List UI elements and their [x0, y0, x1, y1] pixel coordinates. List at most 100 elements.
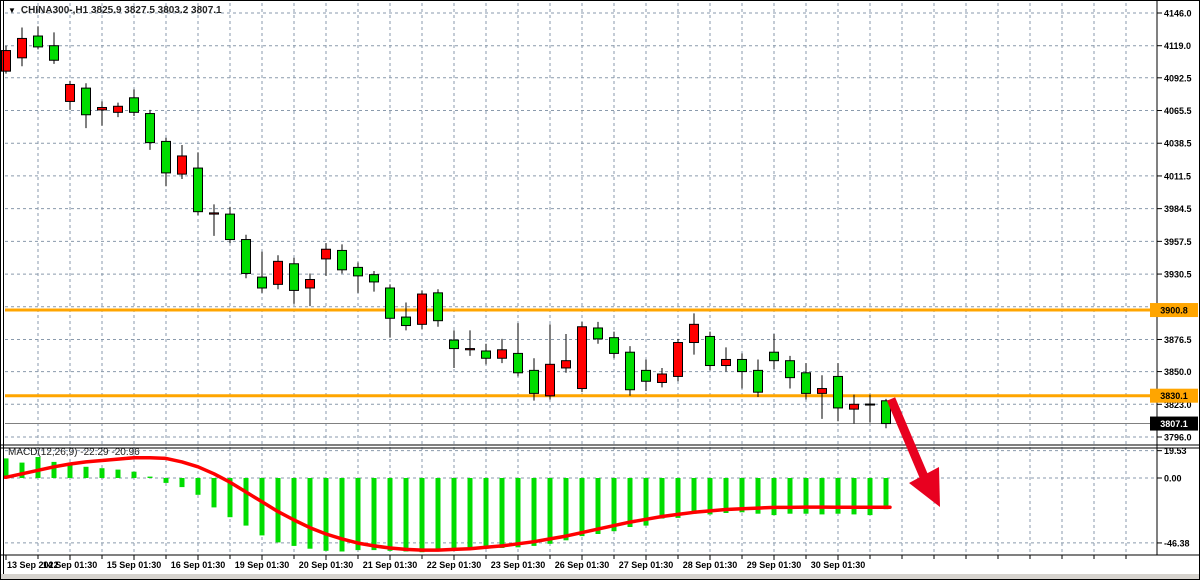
macd-histogram-bar: [148, 477, 153, 478]
macd-histogram-bar: [868, 478, 873, 515]
candle-body: [546, 364, 555, 395]
candle-body: [610, 338, 619, 354]
candle-body: [466, 349, 475, 350]
time-axis[interactable]: 13 Sep 202214 Sep 01:3015 Sep 01:3016 Se…: [6, 555, 865, 570]
candle-body: [418, 294, 427, 324]
svg-text:15 Sep 01:30: 15 Sep 01:30: [107, 560, 162, 570]
macd-histogram-bar: [580, 478, 585, 536]
candle-body: [850, 404, 859, 409]
window-bottom-edge: [1, 574, 1199, 579]
candle-body: [370, 275, 379, 282]
candle-body: [626, 352, 635, 390]
candle-body: [322, 249, 331, 259]
macd-histogram-bar: [436, 478, 441, 552]
candle-body: [386, 288, 395, 318]
candle-body: [482, 351, 491, 358]
svg-text:22 Sep 01:30: 22 Sep 01:30: [427, 560, 482, 570]
candle-body: [658, 374, 667, 382]
candle-body: [18, 38, 27, 57]
candle-body: [306, 280, 315, 288]
macd-histogram-bar: [676, 478, 681, 518]
svg-text:20 Sep 01:30: 20 Sep 01:30: [299, 560, 354, 570]
svg-text:0.00: 0.00: [1164, 474, 1182, 484]
symbol-dropdown-icon[interactable]: ▼: [8, 6, 16, 15]
candle-body: [834, 376, 843, 407]
svg-text:3807.1: 3807.1: [1160, 419, 1188, 429]
macd-histogram: [4, 457, 889, 552]
window-inner-border: [3, 1, 4, 574]
macd-histogram-bar: [84, 467, 89, 478]
candle-body: [50, 46, 59, 61]
macd-histogram-bar: [404, 478, 409, 552]
candle-body: [210, 213, 219, 214]
svg-text:26 Sep 01:30: 26 Sep 01:30: [555, 560, 610, 570]
macd-histogram-bar: [116, 470, 121, 478]
candles: [2, 26, 891, 428]
candle-body: [194, 168, 203, 212]
macd-histogram-bar: [612, 478, 617, 531]
svg-text:23 Sep 01:30: 23 Sep 01:30: [491, 560, 546, 570]
candle-body: [578, 327, 587, 389]
svg-text:4065.5: 4065.5: [1164, 106, 1192, 116]
macd-histogram-bar: [68, 465, 73, 478]
svg-text:4146.0: 4146.0: [1164, 9, 1192, 19]
svg-text:19 Sep 01:30: 19 Sep 01:30: [235, 560, 290, 570]
candle-body: [98, 107, 107, 109]
svg-text:30 Sep 01:30: 30 Sep 01:30: [811, 560, 866, 570]
macd-histogram-bar: [36, 457, 41, 478]
macd-histogram-bar: [884, 478, 889, 509]
svg-text:3850.0: 3850.0: [1164, 367, 1192, 377]
svg-text:3900.8: 3900.8: [1160, 306, 1188, 316]
candle-body: [178, 156, 187, 174]
svg-text:3930.5: 3930.5: [1164, 270, 1192, 280]
candle-body: [82, 88, 91, 115]
svg-text:28 Sep 01:30: 28 Sep 01:30: [683, 560, 738, 570]
candle-body: [258, 277, 267, 288]
macd-histogram-bar: [628, 478, 633, 527]
candle-body: [818, 389, 827, 394]
candle-body: [338, 250, 347, 269]
price-chart-canvas[interactable]: 4146.04119.04092.54065.54038.54011.53984…: [1, 1, 1200, 580]
candle-body: [786, 361, 795, 378]
svg-text:27 Sep 01:30: 27 Sep 01:30: [619, 560, 674, 570]
macd-histogram-bar: [452, 478, 457, 550]
macd-histogram-bar: [132, 472, 137, 478]
candle-body: [770, 352, 779, 360]
macd-histogram-bar: [468, 478, 473, 549]
macd-axis[interactable]: 19.530.00-46.38: [1157, 446, 1190, 548]
candle-body: [706, 336, 715, 365]
macd-histogram-bar: [292, 478, 297, 546]
candle-body: [738, 359, 747, 371]
macd-histogram-bar: [516, 478, 521, 547]
candle-body: [402, 317, 411, 325]
candle-body: [146, 114, 155, 143]
candle-body: [754, 370, 763, 392]
candle-body: [498, 350, 507, 358]
svg-text:-46.38: -46.38: [1164, 538, 1190, 548]
candle-body: [674, 343, 683, 377]
macd-histogram-bar: [820, 478, 825, 514]
macd-histogram-bar: [180, 478, 185, 487]
candle-body: [802, 373, 811, 394]
svg-text:4092.5: 4092.5: [1164, 73, 1192, 83]
candle-body: [242, 240, 251, 274]
svg-text:29 Sep 01:30: 29 Sep 01:30: [747, 560, 802, 570]
candle-body: [66, 84, 75, 101]
candle-body: [114, 106, 123, 112]
svg-text:16 Sep 01:30: 16 Sep 01:30: [171, 560, 226, 570]
svg-text:14 Sep 01:30: 14 Sep 01:30: [43, 560, 98, 570]
macd-histogram-bar: [356, 478, 361, 550]
price-axis[interactable]: 4146.04119.04092.54065.54038.54011.53984…: [1157, 9, 1192, 443]
macd-histogram-bar: [564, 478, 569, 540]
chart-window: ▼ CHINA300-,H1 3825.9 3827.5 3803.2 3807…: [0, 0, 1200, 580]
trend-arrow-annotation[interactable]: [891, 399, 940, 507]
svg-text:4038.5: 4038.5: [1164, 139, 1192, 149]
candle-body: [226, 214, 235, 239]
arrow-shaft[interactable]: [891, 399, 925, 479]
candle-body: [530, 370, 539, 393]
macd-histogram-bar: [372, 478, 377, 550]
candle-body: [722, 359, 731, 365]
svg-text:3830.1: 3830.1: [1160, 391, 1188, 401]
candle-body: [274, 261, 283, 284]
macd-histogram-bar: [532, 478, 537, 546]
